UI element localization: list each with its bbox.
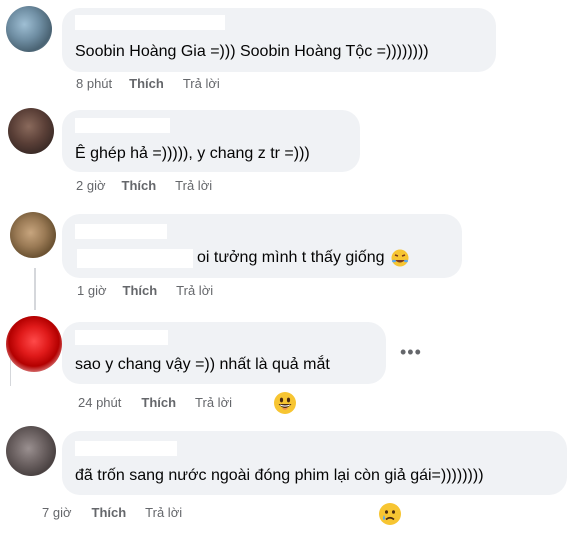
like-button[interactable]: Thích: [141, 395, 176, 411]
comment-text: oi tưởng mình t thấy giống: [197, 248, 409, 268]
avatar[interactable]: [8, 108, 54, 154]
grin-emoji-icon[interactable]: [273, 391, 297, 415]
comment-text: Soobin Hoàng Gia =))) Soobin Hoàng Tộc =…: [75, 43, 429, 60]
comment-text: đã trốn sang nước ngoài đóng phim lại cò…: [75, 467, 484, 484]
comment-time[interactable]: 2 giờ: [76, 178, 106, 194]
like-button[interactable]: Thích: [92, 505, 127, 521]
comment-text: sao y chang vậy =)) nhất là quả mắt: [75, 356, 330, 373]
comment-meta: 1 giờ Thích Trả lời: [77, 283, 213, 299]
like-button[interactable]: Thích: [129, 76, 164, 92]
reply-button[interactable]: Trả lời: [175, 178, 212, 194]
avatar[interactable]: [6, 426, 56, 476]
author-name[interactable]: [75, 224, 167, 239]
reply-button[interactable]: Trả lời: [195, 395, 232, 411]
reply-button[interactable]: Trả lời: [176, 283, 213, 299]
rofl-emoji-icon: [391, 249, 409, 267]
comment-time[interactable]: 24 phút: [78, 395, 121, 411]
comment-meta: 24 phút Thích Trả lời: [78, 395, 232, 411]
comment-time[interactable]: 1 giờ: [77, 283, 107, 299]
comment-time[interactable]: 7 giờ: [42, 505, 72, 521]
comment-text: Ê ghép hả =))))), y chang z tr =))): [75, 145, 310, 162]
reply-button[interactable]: Trả lời: [183, 76, 220, 92]
like-button[interactable]: Thích: [122, 178, 157, 194]
more-options-button[interactable]: •••: [400, 342, 422, 363]
reply-button[interactable]: Trả lời: [145, 505, 182, 521]
author-name[interactable]: [75, 118, 170, 133]
comment-meta: 2 giờ Thích Trả lời: [76, 178, 212, 194]
avatar[interactable]: [10, 212, 56, 258]
sad-tear-emoji-icon[interactable]: [378, 502, 402, 526]
thread-line: [34, 268, 36, 310]
comment-meta: 7 giờ Thích Trả lời: [42, 505, 182, 521]
avatar[interactable]: [6, 316, 62, 372]
author-name-cont: [77, 249, 193, 268]
author-name[interactable]: [75, 15, 225, 30]
comment-meta: 8 phút Thích Trả lời: [76, 76, 220, 92]
avatar[interactable]: [6, 6, 52, 52]
author-name[interactable]: [75, 441, 177, 456]
author-name[interactable]: [75, 330, 168, 345]
comment-text-span: oi tưởng mình t thấy giống: [197, 249, 385, 266]
like-button[interactable]: Thích: [123, 283, 158, 299]
comment-time[interactable]: 8 phút: [76, 76, 112, 92]
